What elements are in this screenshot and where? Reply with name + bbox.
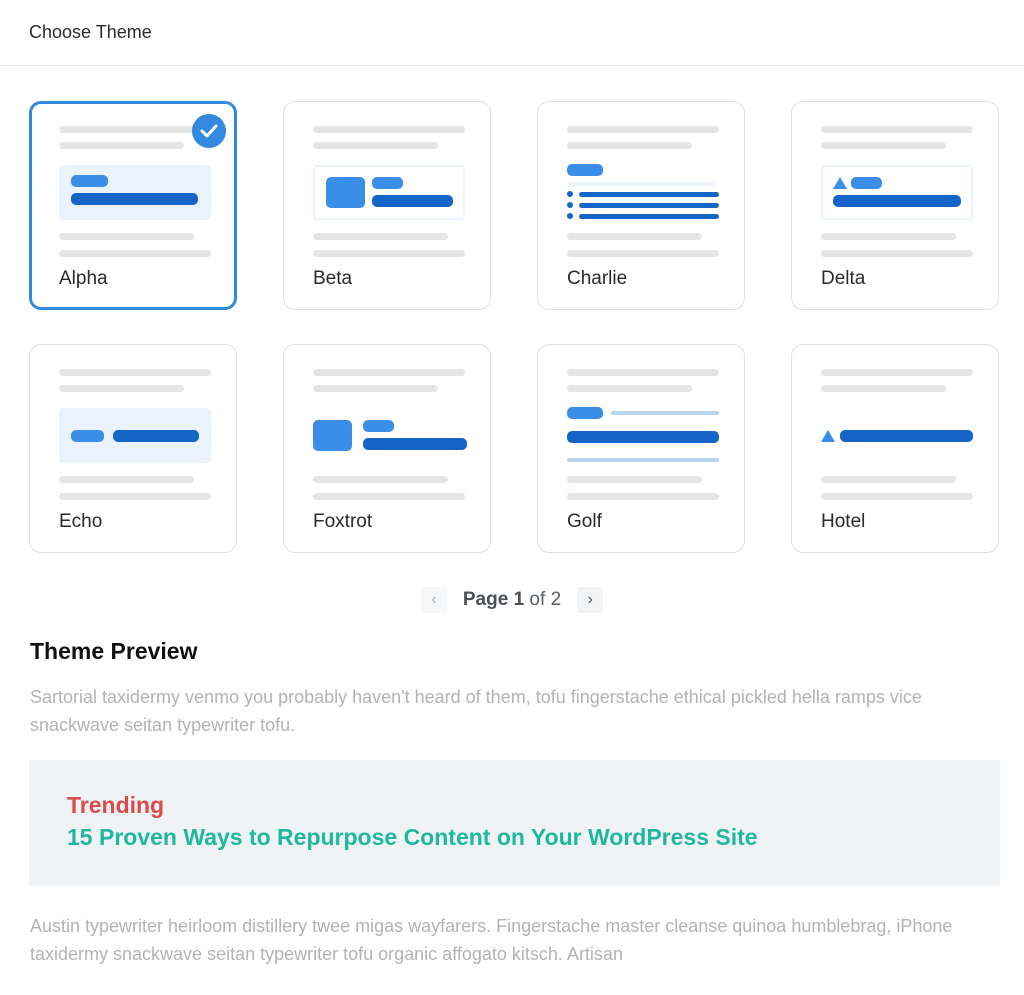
placeholder-line [567,476,702,483]
placeholder-line [821,493,973,500]
placeholder-line [567,369,719,376]
placeholder-line [821,142,946,149]
placeholder-line [821,369,973,376]
theme-card-hotel[interactable]: Hotel [791,344,999,553]
placeholder-line [567,142,692,149]
placeholder-line [59,126,211,133]
placeholder-line [567,250,719,257]
theme-name: Alpha [59,268,108,289]
preview-rule [611,411,719,415]
preview-pill [851,177,882,189]
preview-image [313,420,352,451]
placeholder-line [313,233,448,240]
trending-label: Trending [67,792,165,818]
list-line [579,203,719,208]
preview-pill [71,175,108,187]
preview-rule [567,182,715,186]
triangle-icon [821,430,835,442]
theme-name: Beta [313,268,353,289]
placeholder-line [59,369,211,376]
chevron-left-icon: ‹ [431,591,437,608]
page-prefix: Page [462,589,509,610]
preview-bar [71,193,198,205]
chevron-right-icon: › [587,591,593,608]
preview-pill [363,420,394,432]
preview-bar [567,431,719,443]
placeholder-line [567,385,692,392]
preview-bar [372,195,453,207]
theme-card-beta[interactable]: Beta [283,101,491,310]
placeholder-line [821,250,973,257]
preview-pill [567,164,603,176]
check-circle-icon [192,114,226,148]
preview-body: Austin typewriter heirloom distillery tw… [30,916,953,964]
placeholder-line [313,493,465,500]
preview-pill [372,177,403,189]
placeholder-line [313,126,465,133]
bullet-dot [567,191,573,197]
total-pages: 2 [550,589,562,610]
theme-card-delta[interactable]: Delta [791,101,999,310]
preview-intro: Sartorial taxidermy venmo you probably h… [30,687,922,735]
header: Choose Theme [0,0,1024,66]
trending-headline-link[interactable]: 15 Proven Ways to Repurpose Content on Y… [67,820,1000,854]
theme-name: Hotel [821,511,866,532]
theme-card-echo[interactable]: Echo [29,344,237,553]
placeholder-line [821,126,973,133]
page-indicator: Page 1 of 2 [463,589,561,611]
placeholder-line [59,385,184,392]
placeholder-line [59,233,194,240]
preview-bar [113,430,199,442]
preview-image [326,177,365,208]
bullet-dot [567,202,573,208]
placeholder-line [313,385,438,392]
placeholder-line [567,126,719,133]
preview-pill [71,430,104,442]
placeholder-line [821,476,956,483]
placeholder-line [567,493,719,500]
preview-bar [840,430,973,442]
theme-card-charlie[interactable]: Charlie [537,101,745,310]
placeholder-line [567,233,702,240]
preview-pill [567,407,603,419]
theme-name: Charlie [567,268,628,289]
bullet-dot [567,213,573,219]
theme-name: Delta [821,268,866,289]
list-line [579,214,719,219]
preview-panel [821,165,973,220]
placeholder-line [313,250,465,257]
placeholder-line [59,250,211,257]
trending-box: Trending 15 Proven Ways to Repurpose Con… [29,760,1000,886]
current-page: 1 [513,589,525,610]
placeholder-line [313,369,465,376]
theme-name: Golf [567,511,602,532]
theme-card-alpha[interactable]: Alpha [29,101,237,310]
placeholder-line [59,476,194,483]
placeholder-line [821,233,956,240]
pagination: ‹ Page 1 of 2 › [0,587,1024,613]
of-label: of [529,589,546,610]
placeholder-line [59,493,211,500]
placeholder-line [821,385,946,392]
theme-name: Foxtrot [313,511,373,532]
page-title: Choose Theme [29,22,152,42]
placeholder-line [313,142,438,149]
preview-bar [363,438,467,450]
theme-card-golf[interactable]: Golf [537,344,745,553]
triangle-icon [833,177,847,189]
theme-name: Echo [59,511,103,532]
prev-page-button[interactable]: ‹ [420,587,447,613]
list-line [579,192,719,197]
theme-grid: Alpha Beta Charlie Delta Echo Foxtrot Go… [29,101,1000,553]
placeholder-line [313,476,448,483]
next-page-button[interactable]: › [577,587,604,613]
preview-heading: Theme Preview [30,638,198,664]
placeholder-line [59,142,184,149]
theme-card-foxtrot[interactable]: Foxtrot [283,344,491,553]
preview-bar [833,195,961,207]
preview-rule [567,458,719,462]
